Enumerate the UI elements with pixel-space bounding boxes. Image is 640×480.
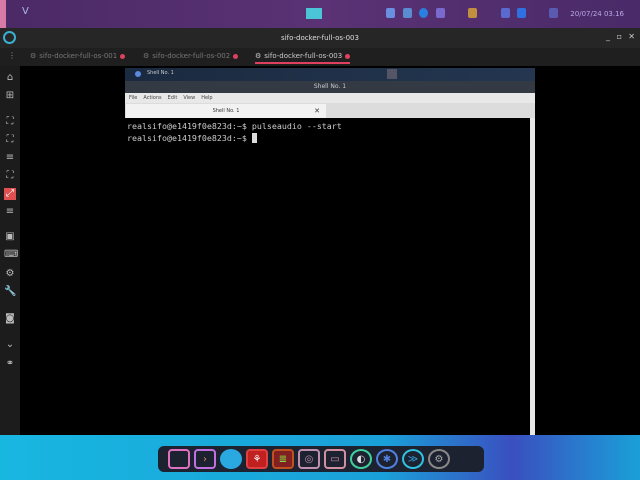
chevron-down-icon[interactable]: ⌄ [4,339,16,351]
menu-edit[interactable]: Edit [168,93,178,103]
terminal-line: realsifo@e1419f0e823d:~$ pulseaudio --st… [127,121,528,133]
tab-bar: ⋮ ⚙sifo-docker-full-os-001 ⚙sifo-docker-… [0,48,640,66]
remote-taskbar: Shell No. 1 [125,68,535,81]
tab-label: sifo-docker-full-os-002 [152,52,230,60]
tray-icon[interactable] [419,8,428,18]
tab-003[interactable]: ⚙sifo-docker-full-os-003 [255,52,350,64]
tab-label: sifo-docker-full-os-003 [264,52,342,60]
tray-icon[interactable] [386,8,395,18]
close-tab-icon[interactable]: ✕ [314,104,320,118]
app-titlebar: sifo-docker-full-os-003 _ ▫ ✕ [0,28,640,48]
terminal-tabbar: Shell No. 1 ✕ [125,103,535,118]
fit-screen-icon[interactable]: ⛶ [4,134,16,146]
tray-icon[interactable] [403,8,412,18]
settings-icon[interactable]: ⚙ [428,449,450,469]
resize-icon[interactable]: ⤢ [4,188,16,200]
list-icon[interactable]: ≡ [4,206,16,218]
folder-icon[interactable] [168,449,190,469]
bluetooth-icon[interactable] [517,8,526,18]
list-icon[interactable]: ≡ [4,152,16,164]
remote-menu-icon[interactable] [135,71,141,77]
terminal-menubar: File Actions Edit View Help [125,93,535,103]
bluetooth-icon[interactable]: ✱ [376,449,398,469]
tray-icon[interactable] [468,8,477,18]
remote-task-item[interactable]: Shell No. 1 [147,70,174,76]
close-button[interactable]: ✕ [628,32,635,41]
tab-label: sifo-docker-full-os-001 [39,52,117,60]
menu-view[interactable]: View [183,93,195,103]
top-panel: V 20/07/24 03.16 [0,0,640,28]
close-tab-icon[interactable] [345,54,350,59]
server-icon[interactable]: ≣ [272,449,294,469]
close-tab-icon[interactable] [120,54,125,59]
terminal-prompt: realsifo@e1419f0e823d:~$ [127,133,252,143]
screenshot-icon[interactable]: ◙ [4,313,16,325]
terminal-tab-label: Shell No. 1 [213,108,240,114]
text-cursor [252,133,257,143]
menu-file[interactable]: File [129,93,137,103]
volume-icon[interactable] [501,8,510,18]
close-tab-icon[interactable] [233,54,238,59]
remote-window-icon[interactable] [387,69,397,79]
app-icon[interactable] [220,449,242,469]
minimize-button[interactable]: _ [606,32,610,41]
menu-icon[interactable]: ⋮ [8,51,16,60]
tray-icon[interactable] [436,8,445,18]
window-title: sifo-docker-full-os-003 [0,34,640,42]
scrollbar[interactable] [530,118,535,435]
network-icon[interactable] [549,8,558,18]
clock[interactable]: 20/07/24 03.16 [570,10,624,18]
network-app-icon[interactable]: ⚘ [246,449,268,469]
audio-icon[interactable]: ◐ [350,449,372,469]
wrench-icon[interactable]: 🔧 [4,286,16,298]
disconnect-icon[interactable]: ⚭ [4,358,16,370]
tab-002[interactable]: ⚙sifo-docker-full-os-002 [143,52,238,60]
workspace-indicator[interactable] [306,8,322,19]
tab-001[interactable]: ⚙sifo-docker-full-os-001 [30,52,125,60]
camera-icon[interactable]: ▭ [324,449,346,469]
terminal-prompt-line: realsifo@e1419f0e823d:~$ [127,133,528,145]
scale-icon[interactable]: ⛶ [4,170,16,182]
terminal-icon[interactable]: › [194,449,216,469]
remote-desktop-icon[interactable]: ≫ [402,449,424,469]
launcher-icon[interactable]: V [22,6,29,17]
terminal-tab[interactable]: Shell No. 1 ✕ [126,104,326,118]
dock: › ⚘ ≣ ◎ ▭ ◐ ✱ ≫ ⚙ [158,446,484,472]
terminal-output[interactable]: realsifo@e1419f0e823d:~$ pulseaudio --st… [125,118,530,435]
home-icon[interactable]: ⌂ [4,72,16,84]
keyboard-icon[interactable]: ⌨ [4,249,16,261]
webcam-icon[interactable]: ◎ [298,449,320,469]
terminal-titlebar: Shell No. 1 [125,81,535,93]
window-icon[interactable]: ▣ [4,231,16,243]
add-icon[interactable]: ⊞ [4,90,16,102]
menu-actions[interactable]: Actions [143,93,161,103]
settings-icon[interactable]: ⚙ [4,268,16,280]
fullscreen-icon[interactable]: ⛶ [4,116,16,128]
menu-help[interactable]: Help [201,93,212,103]
maximize-button[interactable]: ▫ [617,32,622,41]
sidebar: ⌂ ⊞ ⛶ ⛶ ≡ ⛶ ⤢ ≡ ▣ ⌨ ⚙ 🔧 ◙ ⌄ ⚭ [0,66,20,435]
